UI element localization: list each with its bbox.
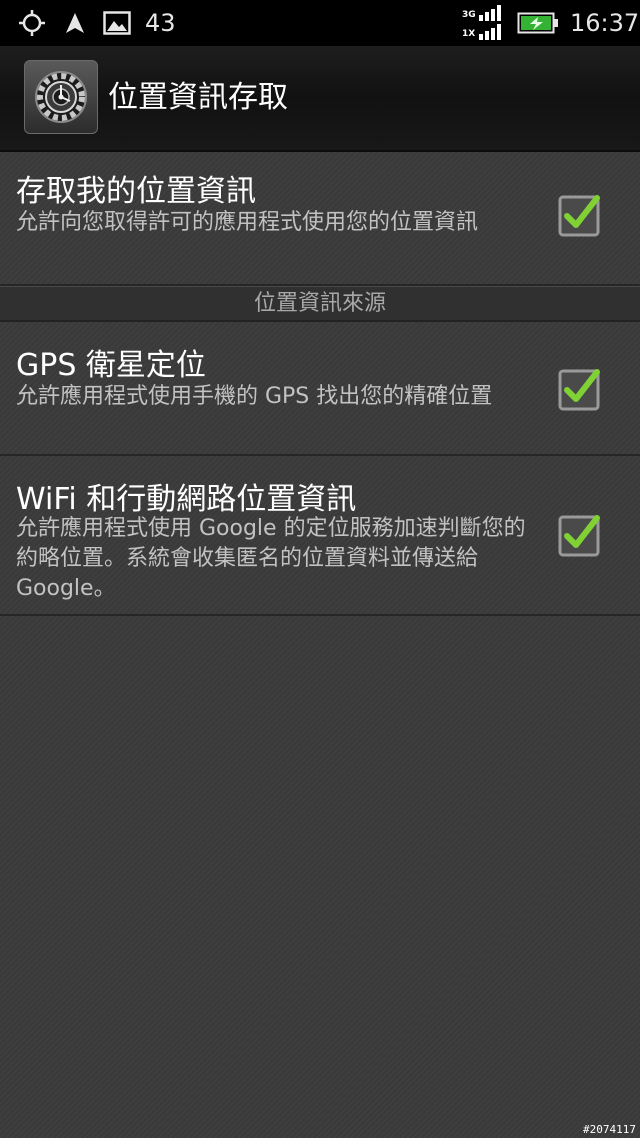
pref-title: 存取我的位置資訊 — [16, 174, 256, 209]
pref-wifi-mobile-location[interactable]: WiFi 和行動網路位置資訊 允許應用程式使用 Google 的定位服務加速判斷… — [0, 456, 640, 616]
network-1x-label: 1X — [462, 29, 476, 39]
gps-checkbox[interactable] — [557, 368, 601, 412]
pref-title: WiFi 和行動網路位置資訊 — [16, 482, 357, 517]
pref-gps-satellites[interactable]: GPS 衛星定位 允許應用程式使用手機的 GPS 找出您的精確位置 — [0, 322, 640, 456]
status-bar: 43 3G 1X 16:37 — [0, 0, 640, 46]
action-bar: 位置資訊存取 — [0, 46, 640, 152]
image-icon — [102, 0, 132, 46]
pref-summary: 允許應用程式使用 Google 的定位服務加速判斷您的約略位置。系統會收集匿名的… — [16, 516, 526, 601]
pref-title: GPS 衛星定位 — [16, 348, 206, 383]
pref-access-my-location[interactable]: 存取我的位置資訊 允許向您取得許可的應用程式使用您的位置資訊 — [0, 152, 640, 286]
signal-3g-icon — [478, 4, 504, 22]
section-header-location-sources: 位置資訊來源 — [0, 286, 640, 322]
navigation-arrow-icon — [63, 0, 87, 46]
battery-charging-icon — [516, 0, 560, 46]
image-watermark: #2074117 — [583, 1123, 636, 1136]
network-3g-label: 3G — [462, 10, 476, 20]
notification-count: 43 — [145, 9, 176, 37]
signal-1x-icon — [478, 23, 504, 41]
access-location-checkbox[interactable] — [557, 194, 601, 238]
gps-target-icon — [16, 0, 48, 46]
pref-summary: 允許應用程式使用手機的 GPS 找出您的精確位置 — [16, 384, 493, 409]
settings-gear-icon[interactable] — [24, 60, 98, 134]
page-title: 位置資訊存取 — [108, 80, 288, 115]
wifi-checkbox[interactable] — [557, 514, 601, 558]
pref-summary: 允許向您取得許可的應用程式使用您的位置資訊 — [16, 210, 479, 235]
clock-time: 16:37 — [570, 9, 640, 37]
